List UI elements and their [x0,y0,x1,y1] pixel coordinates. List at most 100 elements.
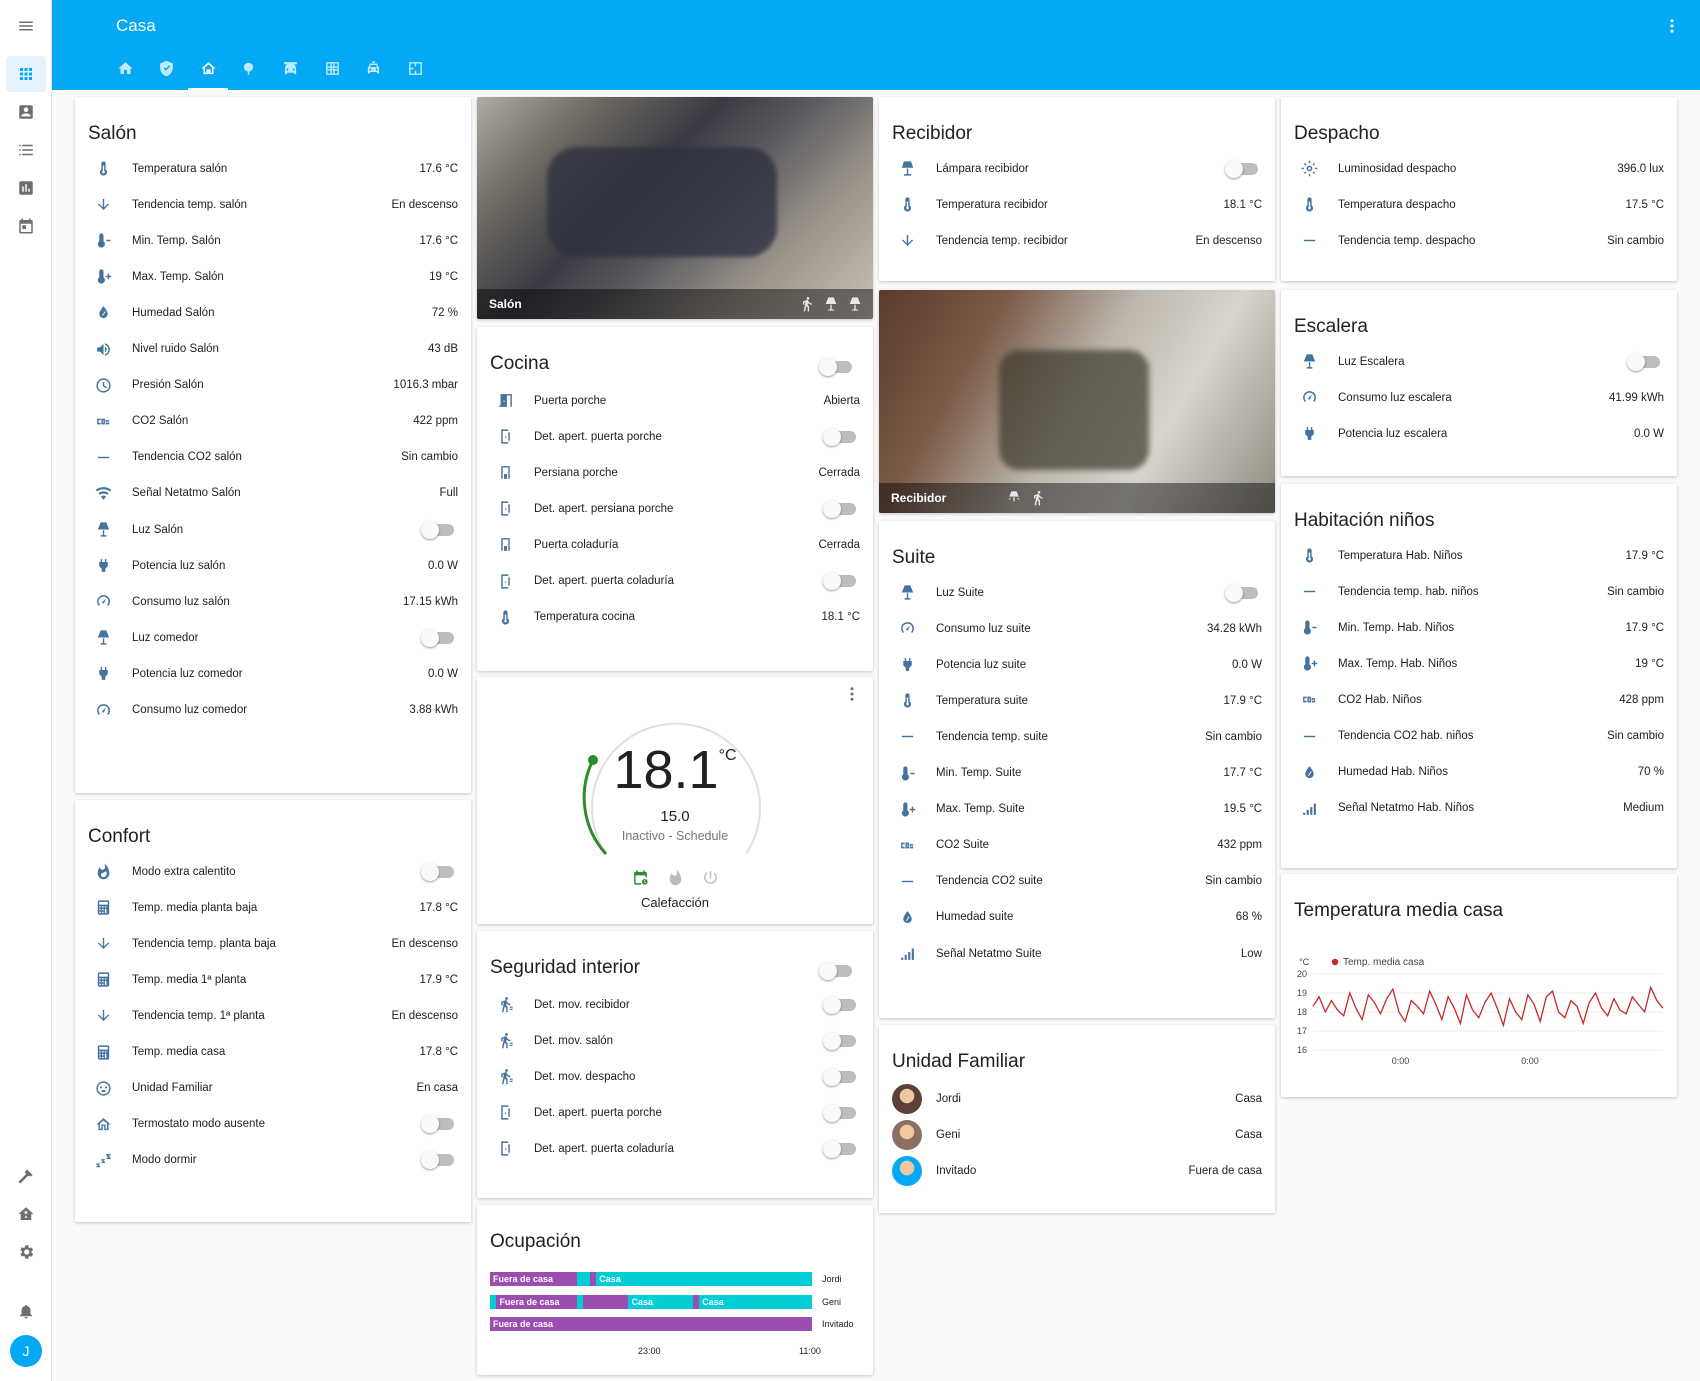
entity-row[interactable]: Consumo luz salón 17.15 kWh [88,582,458,621]
toggle-switch[interactable] [421,1151,454,1170]
lamp-on-icon[interactable] [1006,490,1022,506]
entity-row[interactable]: Luz comedor [88,618,458,657]
entity-row[interactable]: Tendencia temp. 1ª planta En descenso [88,996,458,1035]
timeline-segment[interactable]: Fuera de casa [490,1272,577,1286]
lamp-icon[interactable] [823,296,839,312]
entity-row[interactable]: Det. mov. salón [490,1021,860,1060]
entity-row[interactable]: Tendencia temp. recibidor En descenso [892,221,1262,260]
entity-row[interactable]: Humedad Hab. Niños 70 % [1294,753,1664,792]
toggle-switch[interactable] [1627,352,1660,371]
entity-row[interactable]: Luz Escalera [1294,342,1664,381]
timeline-segment[interactable] [583,1294,629,1309]
header-toggle[interactable] [819,358,852,376]
entity-row[interactable]: Modo dormir [88,1141,458,1180]
entity-row[interactable]: Tendencia CO2 hab. niños Sin cambio [1294,717,1664,756]
entity-row[interactable]: CO2 Suite 432 ppm [892,826,1262,865]
flame-icon[interactable] [667,869,684,886]
toggle-switch[interactable] [1225,159,1258,178]
entity-row[interactable]: Tendencia temp. suite Sin cambio [892,717,1262,756]
entity-row[interactable]: Det. mov. recibidor [490,985,860,1024]
entity-row[interactable]: Min. Temp. Salón 17.6 °C [88,221,458,260]
more-vertical-icon[interactable] [1660,14,1684,38]
entity-row[interactable]: Jordi Casa [892,1079,1262,1118]
tab-garage[interactable] [270,56,310,90]
entity-row[interactable]: Señal Netatmo Hab. Niños Medium [1294,789,1664,828]
entity-row[interactable]: Max. Temp. Suite 19.5 °C [892,790,1262,829]
entity-row[interactable]: Tendencia temp. planta baja En descenso [88,924,458,963]
entity-row[interactable]: Geni Casa [892,1115,1262,1154]
toggle-switch[interactable] [421,628,454,647]
sidebar-item-logbook[interactable] [6,132,46,168]
timeline-segment[interactable]: Fuera de casa [490,1317,812,1331]
toggle-switch[interactable] [823,499,856,518]
camera-recibidor[interactable]: Recibidor [879,290,1275,513]
tab-house[interactable] [188,56,228,90]
entity-row[interactable]: Potencia luz escalera 0.0 W [1294,414,1664,453]
toggle-switch[interactable] [823,1031,856,1050]
entity-row[interactable]: Tendencia temp. hab. niños Sin cambio [1294,572,1664,611]
entity-row[interactable]: Max. Temp. Hab. Niños 19 °C [1294,644,1664,683]
entity-row[interactable]: Tendencia temp. despacho Sin cambio [1294,221,1664,260]
entity-row[interactable]: Luz Suite [892,573,1262,612]
toggle-switch[interactable] [421,520,454,539]
entity-row[interactable]: Temperatura recibidor 18.1 °C [892,185,1262,224]
walk-icon[interactable] [1030,490,1046,506]
entity-row[interactable]: Consumo luz comedor 3.88 kWh [88,691,458,730]
entity-row[interactable]: Temperatura despacho 17.5 °C [1294,185,1664,224]
entity-row[interactable]: Det. mov. despacho [490,1057,860,1096]
entity-row[interactable]: Det. apert. puerta coladuría [490,1129,860,1168]
sidebar-item-history[interactable] [6,170,46,206]
toggle-switch[interactable] [421,1115,454,1134]
tab-car[interactable] [353,56,393,90]
entity-row[interactable]: Det. apert. puerta coladuría [490,562,860,601]
tab-floorplan[interactable] [395,56,435,90]
entity-row[interactable]: Potencia luz suite 0.0 W [892,645,1262,684]
entity-row[interactable]: Det. apert. puerta porche [490,417,860,456]
lamp-icon[interactable] [847,296,863,312]
entity-row[interactable]: CO2 Hab. Niños 428 ppm [1294,680,1664,719]
entity-row[interactable]: Temp. media 1ª planta 17.9 °C [88,960,458,999]
entity-row[interactable]: Potencia luz salón 0.0 W [88,546,458,585]
entity-row[interactable]: Lámpara recibidor [892,149,1262,188]
tab-garden[interactable] [228,56,268,90]
timeline-segment[interactable]: Fuera de casa [496,1294,577,1309]
entity-row[interactable]: Temperatura suite 17.9 °C [892,681,1262,720]
more-vertical-icon[interactable] [843,685,861,703]
entity-row[interactable]: Termostato modo ausente [88,1105,458,1144]
entity-row[interactable]: Humedad Salón 72 % [88,293,458,332]
entity-row[interactable]: Tendencia temp. salón En descenso [88,185,458,224]
entity-row[interactable]: Luz Salón [88,510,458,549]
walk-icon[interactable] [799,296,815,312]
entity-row[interactable]: Temperatura salón 17.6 °C [88,149,458,188]
toggle-switch[interactable] [823,1103,856,1122]
user-avatar[interactable]: J [10,1335,42,1367]
entity-row[interactable]: Temp. media casa 17.8 °C [88,1033,458,1072]
entity-row[interactable]: Temperatura cocina 18.1 °C [490,598,860,637]
sidebar-item-overview[interactable] [6,56,46,92]
entity-row[interactable]: Max. Temp. Salón 19 °C [88,257,458,296]
toggle-switch[interactable] [823,995,856,1014]
power-icon[interactable] [702,869,719,886]
entity-row[interactable]: Persiana porche Cerrada [490,453,860,492]
toggle-switch[interactable] [823,1139,856,1158]
entity-row[interactable]: Det. apert. persiana porche [490,489,860,528]
entity-row[interactable]: Señal Netatmo Suite Low [892,934,1262,973]
entity-row[interactable]: Tendencia CO2 suite Sin cambio [892,862,1262,901]
tab-security[interactable] [146,56,186,90]
entity-row[interactable]: Luminosidad despacho 396.0 lux [1294,149,1664,188]
bell-icon[interactable] [6,1293,46,1329]
tab-home[interactable] [105,56,145,90]
timeline-segment[interactable]: Casa [628,1294,693,1309]
entity-row[interactable]: Tendencia CO2 salón Sin cambio [88,438,458,477]
entity-row[interactable]: Consumo luz suite 34.28 kWh [892,609,1262,648]
entity-row[interactable]: Temp. media planta baja 17.8 °C [88,888,458,927]
entity-row[interactable]: Min. Temp. Hab. Niños 17.9 °C [1294,608,1664,647]
camera-salon[interactable]: Salón [477,97,873,319]
entity-row[interactable]: Det. apert. puerta porche [490,1093,860,1132]
entity-row[interactable]: Señal Netatmo Salón Full [88,474,458,513]
entity-row[interactable]: Nivel ruido Salón 43 dB [88,330,458,369]
menu-icon[interactable] [6,8,46,44]
timeline-segment[interactable]: Casa [596,1272,812,1286]
entity-row[interactable]: Potencia luz comedor 0.0 W [88,654,458,693]
timeline-segment[interactable] [576,1272,590,1286]
